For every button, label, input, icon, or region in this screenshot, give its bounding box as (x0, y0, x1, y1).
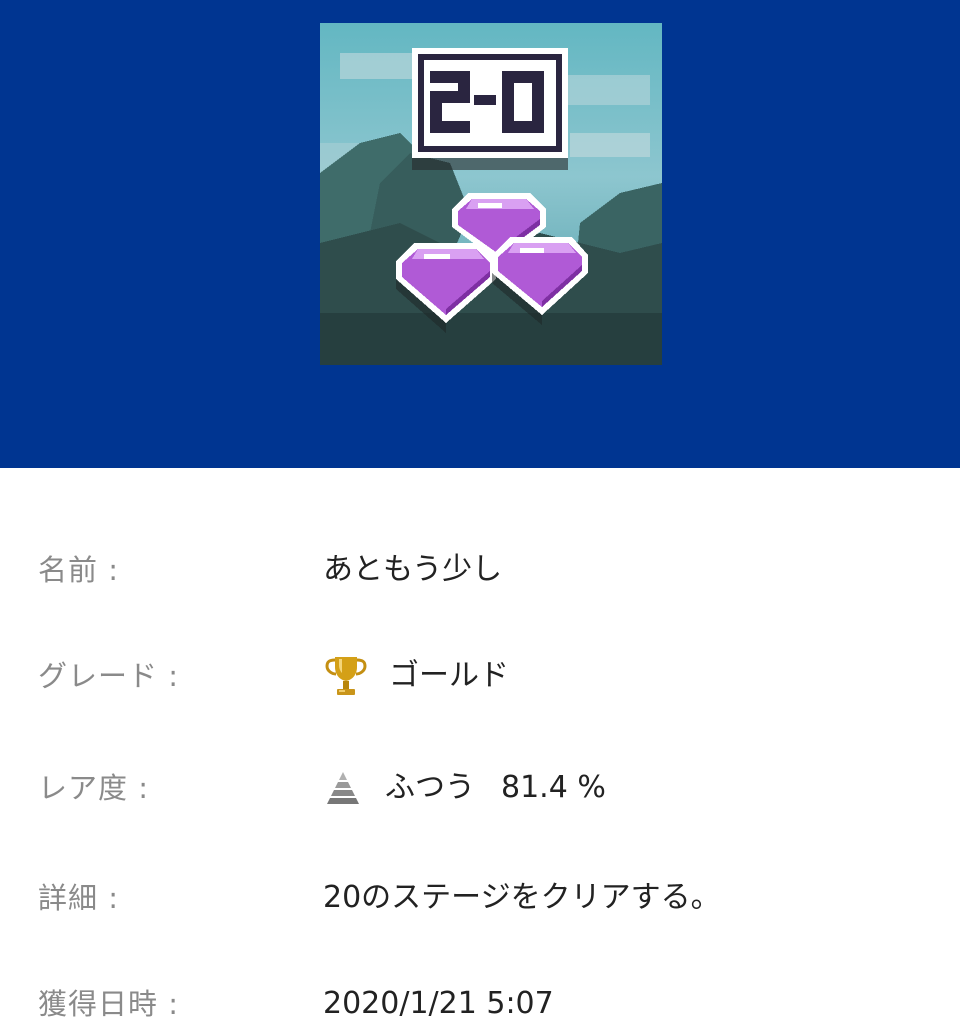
unlocked-date-text: 2020/1/21 5:07 (323, 986, 554, 1021)
rarity-label: レア度 : (38, 771, 149, 805)
rarity-pyramid-icon (323, 768, 363, 808)
description-text: 20のステージをクリアする。 (323, 880, 721, 915)
grade-text: ゴールド (389, 658, 509, 693)
detail-row-name: 名前 : あともう少し (0, 540, 960, 600)
description-value: 20のステージをクリアする。 (323, 868, 721, 928)
detail-row-grade: グレード : ゴールド (0, 646, 960, 706)
rarity-value: ふつう 81.4 % (323, 758, 606, 818)
name-label: 名前 : (38, 553, 119, 587)
unlocked-date-value: 2020/1/21 5:07 (323, 974, 554, 1034)
grade-label: グレード : (38, 659, 179, 693)
detail-row-unlocked-date: 獲得日時 : 2020/1/21 5:07 (0, 974, 960, 1034)
detail-row-description: 詳細 : 20のステージをクリアする。 (0, 868, 960, 928)
detail-row-rarity: レア度 : ふつう 81.4 % (0, 758, 960, 818)
rarity-text: ふつう (385, 770, 475, 805)
trophy-icon (323, 653, 369, 699)
achievement-artwork (320, 23, 662, 365)
achievement-header (0, 0, 960, 468)
rarity-percent: 81.4 % (501, 770, 606, 805)
description-label: 詳細 : (38, 881, 119, 915)
name-value: あともう少し (323, 540, 502, 600)
name-text: あともう少し (323, 552, 503, 587)
achievement-details: 名前 : あともう少し グレード : ゴールド レア度 : ふつう 81.4 %… (0, 468, 960, 1024)
unlocked-date-label: 獲得日時 : (38, 987, 179, 1021)
grade-value: ゴールド (323, 646, 509, 706)
